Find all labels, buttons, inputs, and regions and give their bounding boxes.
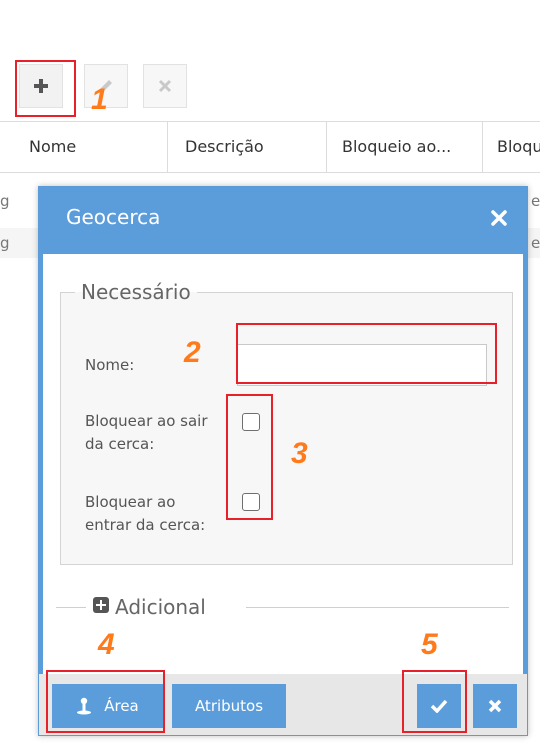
table-cell: g [0,192,10,210]
close-icon [488,699,502,713]
enter-label-line1: Bloquear ao [85,493,176,511]
exit-label: Bloquear ao sair da cerca: [85,410,208,456]
table-cell: g [0,234,10,252]
column-header-nome[interactable]: Nome [29,122,76,172]
annotation-box-1 [15,60,76,117]
annotation-number-2: 2 [184,336,201,369]
exit-label-line2: da cerca: [85,435,155,453]
table-cell: e [531,192,540,210]
name-label: Nome: [85,356,135,374]
enter-label-line2: entrar da cerca: [85,516,206,534]
annotation-number-1: 1 [91,83,108,116]
column-header-descricao[interactable]: Descrição [185,122,264,172]
plus-square-icon [93,597,109,613]
annotation-box-4 [46,670,165,733]
annotation-number-4: 4 [98,628,115,661]
additional-label: Adicional [115,595,206,619]
delete-button[interactable] [143,64,187,108]
attributes-button-label: Atributos [194,697,264,715]
annotation-number-5: 5 [421,628,438,661]
annotation-box-3 [226,394,273,520]
annotation-box-5 [402,670,467,733]
enter-label: Bloquear ao entrar da cerca: [85,491,205,537]
cancel-button[interactable] [473,684,517,728]
dialog-title: Geocerca [66,205,161,229]
additional-section-toggle[interactable]: Adicional [56,592,509,622]
column-header-bloqueio-ao-entrar[interactable]: Bloqu [497,122,540,172]
table-cell: e [531,234,540,252]
close-icon [158,79,172,93]
required-legend: Necessário [81,280,191,304]
annotation-box-2 [236,323,497,384]
column-header-bloqueio-ao-sair[interactable]: Bloqueio ao... [342,122,451,172]
close-icon[interactable] [489,208,509,228]
grid-header: Nome Descrição Bloqueio ao... Bloqu [0,121,540,173]
annotation-number-3: 3 [291,437,308,470]
exit-label-line1: Bloquear ao sair [85,412,208,430]
attributes-button[interactable]: Atributos [172,684,286,728]
dialog-header: Geocerca [39,187,527,254]
